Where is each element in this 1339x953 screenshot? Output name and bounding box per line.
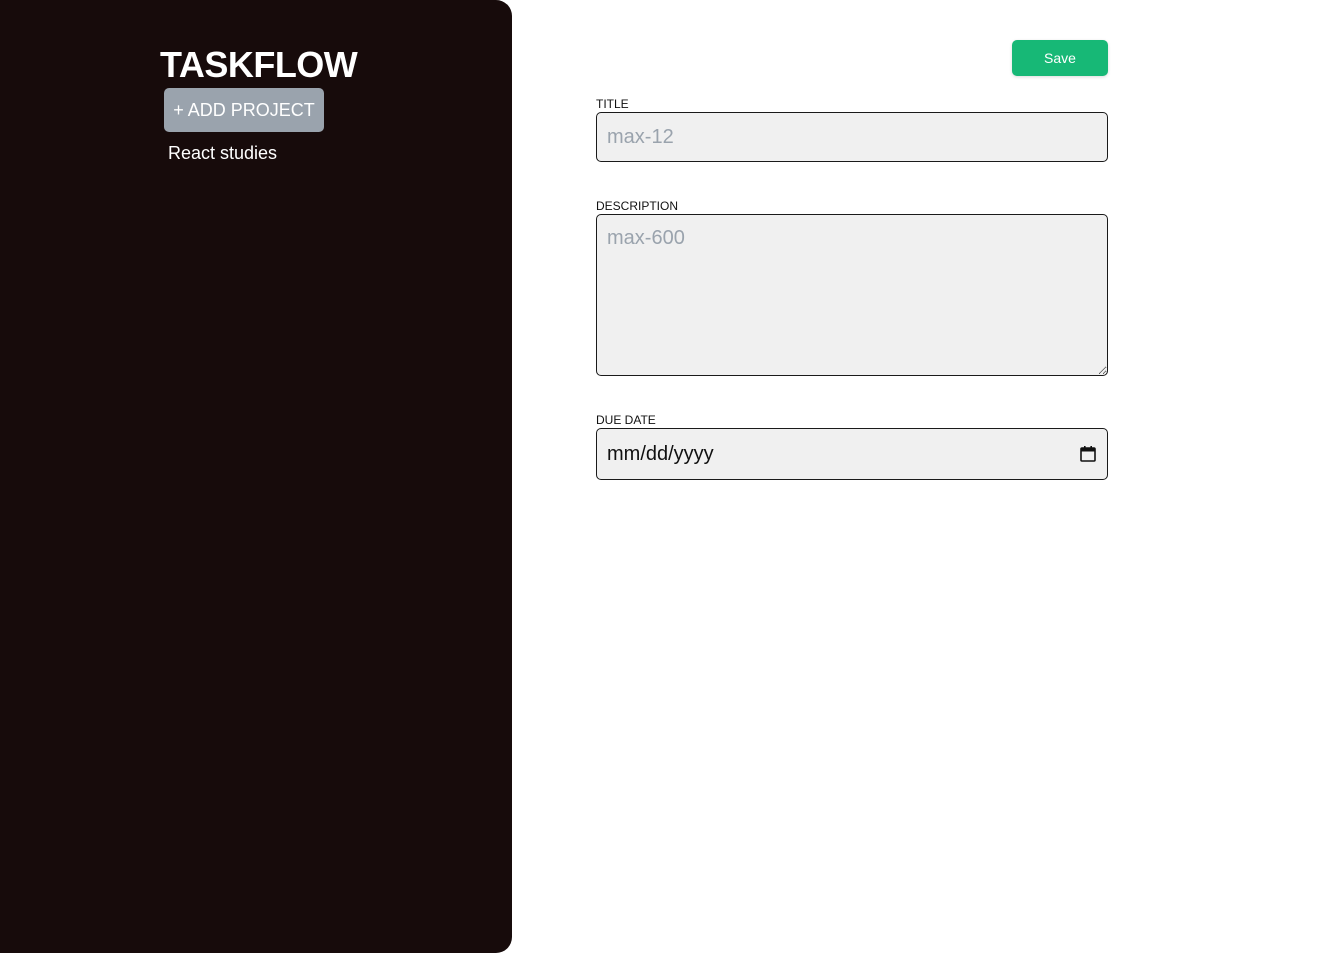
project-item-react-studies[interactable]: React studies <box>168 141 277 165</box>
sidebar: TASKFLOW + ADD PROJECT React studies <box>0 0 512 953</box>
title-input[interactable] <box>596 112 1108 162</box>
calendar-icon[interactable] <box>1079 445 1097 463</box>
due-date-placeholder: mm/dd/yyyy <box>607 442 714 465</box>
app-root: TASKFLOW + ADD PROJECT React studies Sav… <box>0 0 1339 953</box>
due-date-input[interactable]: mm/dd/yyyy <box>596 428 1108 480</box>
title-label: TITLE <box>596 97 629 111</box>
app-title: TASKFLOW <box>160 44 358 85</box>
add-project-button[interactable]: + ADD PROJECT <box>164 88 324 132</box>
description-label: DESCRIPTION <box>596 199 679 213</box>
due-date-label: DUE DATE <box>596 413 656 427</box>
save-button[interactable]: Save <box>1012 40 1108 76</box>
project-list: React studies <box>168 141 277 165</box>
description-textarea[interactable] <box>596 214 1108 376</box>
